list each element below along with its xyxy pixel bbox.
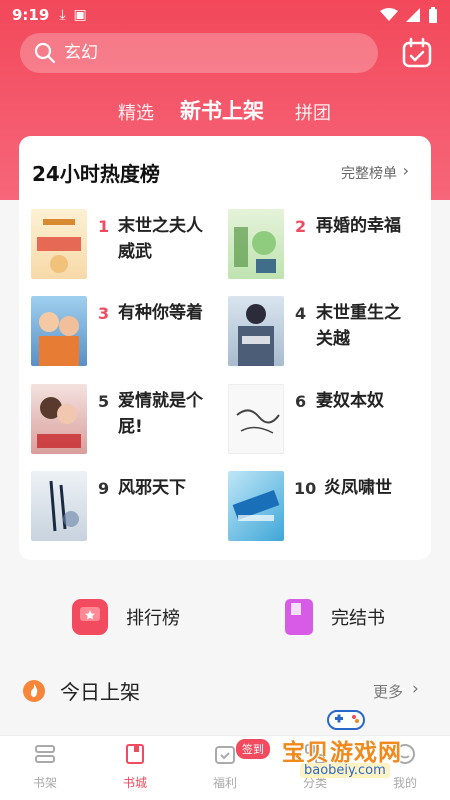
flame-icon (23, 679, 45, 702)
book-cover (31, 384, 87, 454)
calendar-icon[interactable] (401, 37, 433, 69)
search-bar[interactable] (20, 33, 378, 73)
hot-list-card: 24小时热度榜 完整榜单 › 1 末世之夫人威武 2 再婚的幸福 3 有种你等着… (19, 136, 431, 560)
book-rank: 4 (295, 304, 307, 323)
book-cover (228, 296, 284, 366)
ranking-label: 排行榜 (126, 608, 180, 629)
book-rank: 10 (294, 479, 317, 498)
book-item[interactable]: 10 炎凤啸世 (228, 471, 423, 541)
search-input[interactable] (64, 43, 324, 63)
calendar-check-icon (215, 746, 235, 764)
gamepad-icon (327, 710, 365, 730)
sign-in-badge[interactable]: 签到 (236, 739, 270, 759)
tab-new-books[interactable]: 新书上架 (180, 95, 264, 125)
nav-bookstore[interactable]: 书城 (100, 742, 170, 791)
top-tabs: 精选 新书上架 拼团 (0, 93, 450, 129)
book-title: 爱情就是个屁! (118, 391, 203, 437)
wifi-icon (380, 8, 398, 21)
book-item[interactable]: 5 爱情就是个屁! (31, 384, 221, 454)
full-list-link[interactable]: 完整榜单 (341, 163, 397, 183)
tab-group-buy[interactable]: 拼团 (295, 99, 331, 125)
download-icon: ⤓ (59, 7, 66, 23)
nav-label: 福利 (212, 776, 237, 790)
today-section-header: 今日上架 (22, 676, 140, 705)
signal-icon (406, 8, 420, 22)
finished-book-icon (285, 599, 313, 635)
book-rank: 9 (98, 479, 110, 498)
book-title: 末世重生之关越 (316, 303, 401, 349)
book-item[interactable]: 6 妻奴本奴 (228, 384, 423, 454)
watermark: 宝贝游戏网 baobeiy.com (270, 705, 440, 780)
book-rank: 5 (98, 392, 110, 411)
book-rank: 6 (295, 392, 307, 411)
book-item[interactable]: 4 末世重生之关越 (228, 296, 423, 366)
book-cover (31, 471, 87, 541)
book-cover (31, 296, 87, 366)
book-title: 有种你等着 (118, 303, 203, 323)
book-item[interactable]: 3 有种你等着 (31, 296, 221, 366)
book-rank: 1 (98, 217, 110, 236)
search-icon (34, 42, 56, 64)
book-item[interactable]: 1 末世之夫人威武 (31, 209, 221, 279)
book-title: 风邪天下 (118, 478, 186, 498)
status-time: 9:19 (12, 6, 50, 24)
book-cover (31, 209, 87, 279)
nav-bookshelf[interactable]: 书架 (10, 742, 80, 791)
chevron-right-icon[interactable]: › (412, 679, 419, 699)
book-cover (228, 209, 284, 279)
today-title: 今日上架 (60, 680, 140, 704)
today-more-link[interactable]: 更多 (373, 681, 403, 702)
watermark-text: 宝贝游戏网 (282, 740, 402, 766)
ranking-shortcut[interactable]: 排行榜 (70, 597, 180, 637)
book-title: 末世之夫人威武 (118, 216, 203, 262)
app-notification-icon: ▣ (73, 7, 87, 23)
nav-label: 书架 (32, 776, 57, 790)
book-cover (228, 471, 284, 541)
nav-label: 书城 (122, 776, 147, 790)
book-title: 再婚的幸福 (316, 216, 401, 236)
book-title: 妻奴本奴 (316, 391, 384, 411)
bookshelf-icon (35, 745, 55, 763)
finished-books-shortcut[interactable]: 完结书 (283, 597, 385, 637)
hot-list-title: 24小时热度榜 (32, 162, 160, 186)
ranking-icon (72, 599, 108, 635)
chevron-right-icon[interactable]: › (403, 161, 409, 180)
battery-icon (429, 7, 437, 23)
tab-featured[interactable]: 精选 (118, 99, 154, 125)
watermark-url: baobeiy.com (300, 763, 390, 778)
book-title: 炎凤啸世 (324, 478, 392, 498)
book-item[interactable]: 2 再婚的幸福 (228, 209, 423, 279)
status-bar: 9:19 ⤓ ▣ (0, 0, 450, 30)
book-rank: 3 (98, 304, 110, 323)
book-item[interactable]: 9 风邪天下 (31, 471, 221, 541)
book-cover (228, 384, 284, 454)
finished-books-label: 完结书 (331, 608, 385, 629)
bookstore-icon (126, 744, 144, 764)
book-rank: 2 (295, 217, 307, 236)
